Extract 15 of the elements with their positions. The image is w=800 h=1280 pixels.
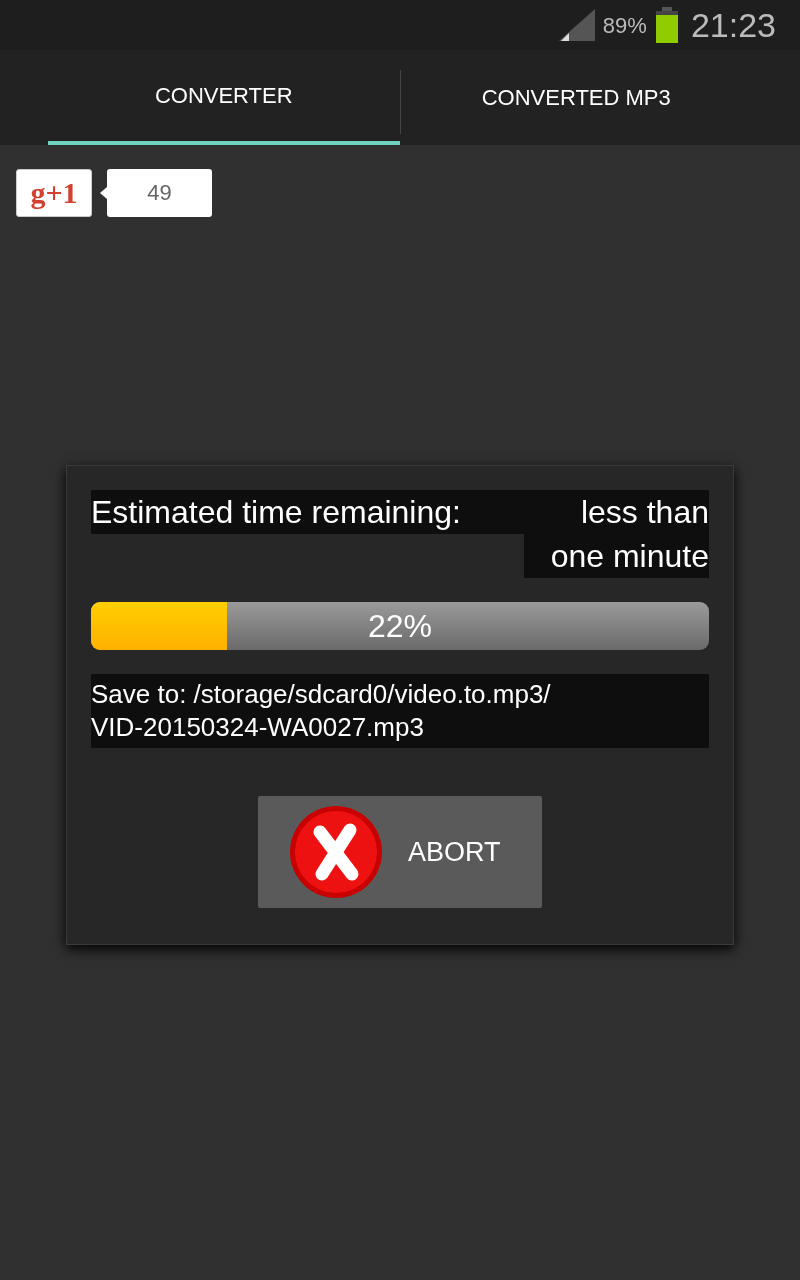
pointer-icon (100, 187, 107, 199)
abort-button[interactable]: ABORT (258, 796, 542, 908)
tab[interactable]: CONVERTED MP3 (400, 50, 752, 145)
eta-value: less than one minute (524, 490, 709, 578)
battery-icon (654, 7, 679, 43)
tab[interactable]: CONVERTER (48, 50, 400, 145)
save-path: Save to: /storage/sdcard0/video.to.mp3/ VID-20150324-WA0027.mp3 (91, 674, 709, 748)
plus-one-button[interactable]: g+1 (16, 169, 92, 217)
close-icon (288, 804, 384, 900)
clock: 21:23 (690, 4, 776, 46)
progress-percent: 22% (368, 607, 432, 646)
plus-one-count: 49 (107, 169, 212, 217)
signal-icon (558, 9, 595, 41)
battery-percent: 89% (602, 11, 647, 40)
eta-label: Estimated time remaining: (91, 490, 524, 534)
